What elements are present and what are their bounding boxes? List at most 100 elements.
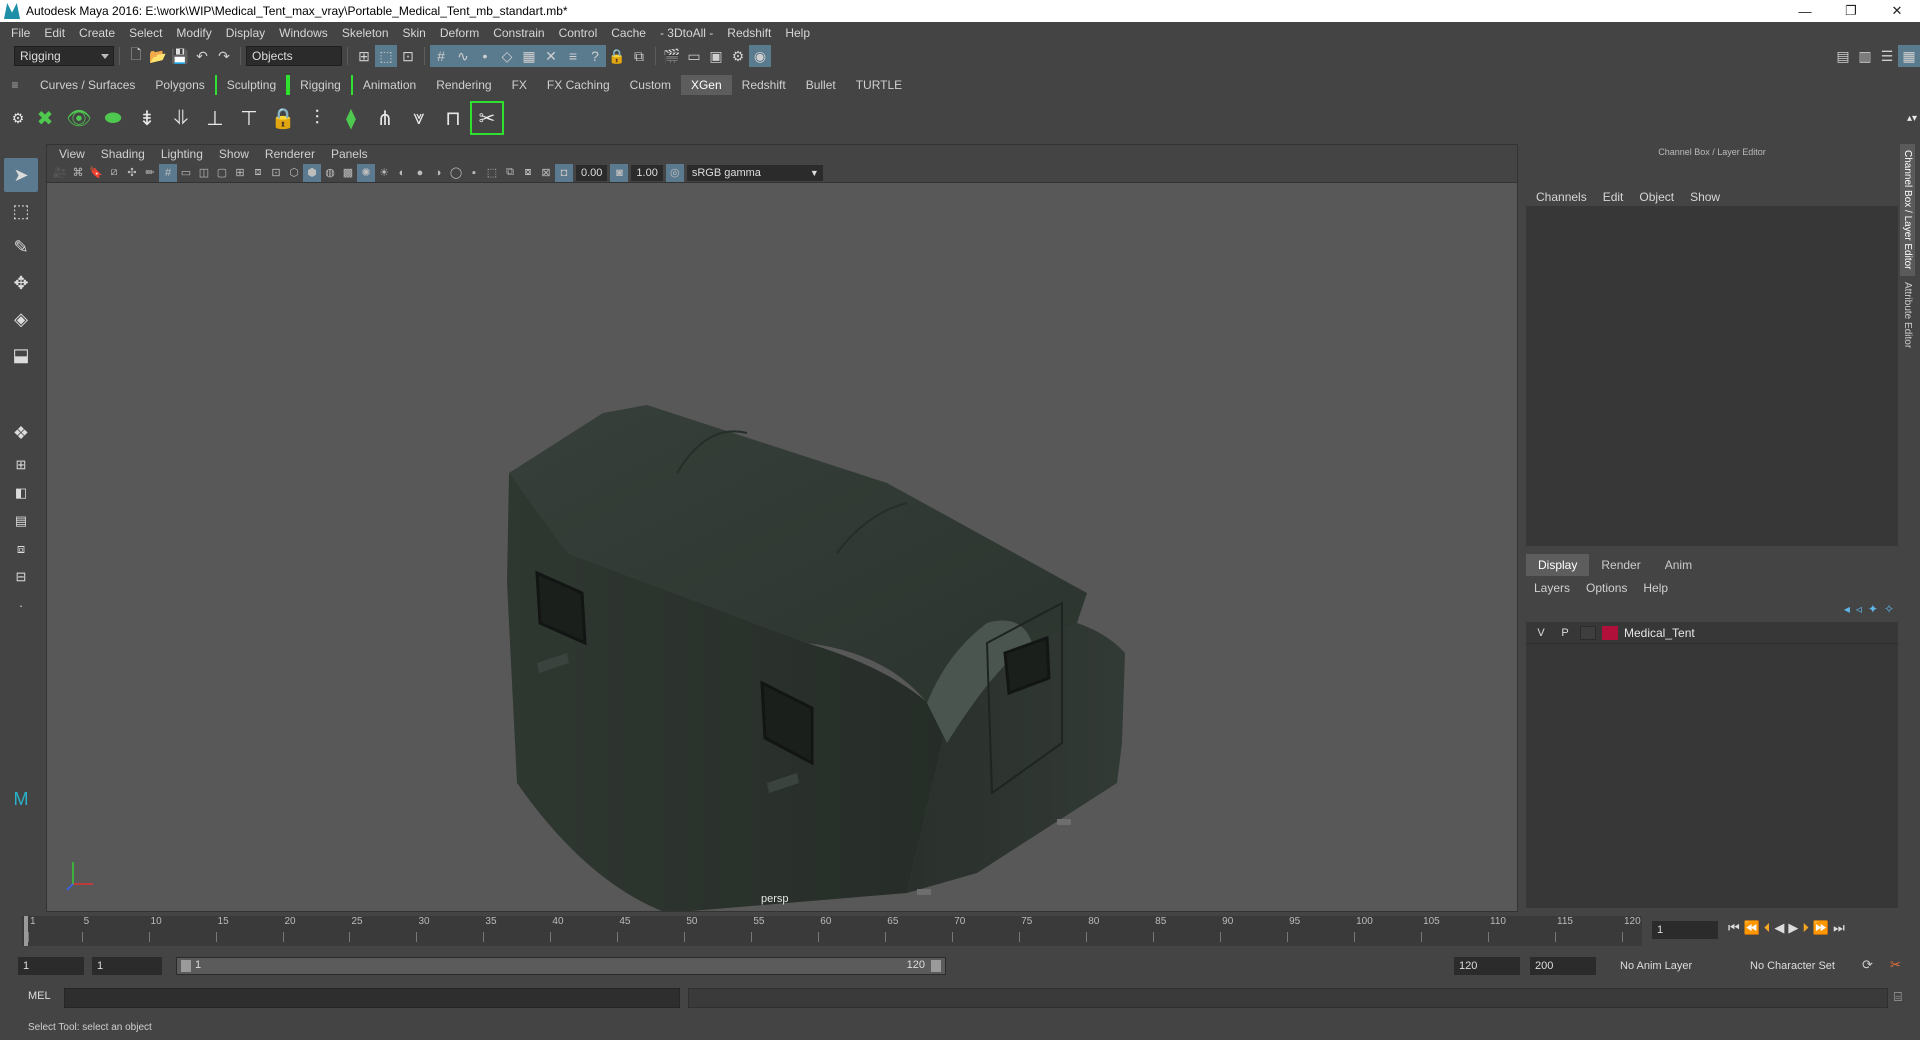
menu-3dtoall[interactable]: - 3DtoAll - bbox=[653, 26, 720, 40]
layer-color-swatch[interactable] bbox=[1602, 625, 1618, 640]
playback-start-field[interactable]: 1 bbox=[92, 957, 162, 975]
workspace-icon[interactable]: ▤ bbox=[1832, 45, 1854, 67]
viewport-persp[interactable]: View Shading Lighting Show Renderer Panels 🎥 … bbox=[46, 144, 1518, 912]
use-all-lights-icon[interactable]: ✺ bbox=[357, 163, 375, 182]
layer-row[interactable]: V P Medical_Tent bbox=[1526, 622, 1898, 644]
go-to-start-icon[interactable]: ⏮ bbox=[1728, 920, 1740, 936]
snap-curve-icon[interactable]: ∿ bbox=[452, 45, 474, 67]
gamma-field[interactable]: 1.00 bbox=[631, 164, 663, 181]
auto-key-icon[interactable]: ⟳ bbox=[1862, 957, 1873, 973]
shelf-tab-rigging[interactable]: Rigging bbox=[288, 75, 353, 95]
menu-help[interactable]: Help bbox=[778, 26, 817, 40]
layer-name[interactable]: Medical_Tent bbox=[1624, 626, 1695, 640]
construction-history-icon[interactable]: ⧉ bbox=[628, 45, 650, 67]
xray-joints-icon[interactable]: ⧉ bbox=[501, 164, 519, 182]
shadows-icon[interactable]: ☀ bbox=[375, 164, 393, 182]
snap-view-icon[interactable]: ◇ bbox=[496, 45, 518, 67]
shelf-tab-curves-surfaces[interactable]: Curves / Surfaces bbox=[30, 75, 145, 95]
select-hierarchy-icon[interactable]: ⊞ bbox=[353, 45, 375, 67]
menu-redshift[interactable]: Redshift bbox=[720, 26, 778, 40]
maya-home-icon[interactable]: M bbox=[4, 782, 38, 816]
backface-icon[interactable]: ⊠ bbox=[537, 164, 555, 182]
viewport-menu-lighting[interactable]: Lighting bbox=[153, 147, 211, 161]
select-mode-dropdown[interactable]: Objects bbox=[246, 46, 342, 66]
menu-windows[interactable]: Windows bbox=[272, 26, 335, 40]
quick-layout-icon[interactable]: ❖ bbox=[4, 416, 38, 450]
layer-tab-display[interactable]: Display bbox=[1526, 554, 1590, 576]
gamma-icon[interactable]: ◙ bbox=[610, 163, 629, 182]
shelf-options-icon[interactable]: ⚙ bbox=[8, 101, 28, 135]
depth-of-field-icon[interactable]: ◯ bbox=[447, 164, 465, 182]
menu-set-dropdown[interactable]: Rigging bbox=[14, 46, 114, 66]
render-settings-icon[interactable]: ⚙ bbox=[727, 45, 749, 67]
playback-end-field[interactable]: 120 bbox=[1454, 957, 1520, 975]
menu-file[interactable]: File bbox=[4, 26, 37, 40]
viewport-scene[interactable] bbox=[47, 183, 1517, 911]
channel-menu-channels[interactable]: Channels bbox=[1528, 190, 1595, 204]
layer-visibility-toggle[interactable]: V bbox=[1532, 625, 1550, 641]
xgen-preview-icon[interactable]: 👁 bbox=[62, 101, 96, 135]
range-bar[interactable]: 1 120 bbox=[176, 957, 946, 975]
menu-constrain[interactable]: Constrain bbox=[486, 26, 551, 40]
undo-icon[interactable]: ↶ bbox=[191, 45, 213, 67]
range-end-handle[interactable] bbox=[931, 960, 941, 972]
snap-point-icon[interactable]: • bbox=[474, 45, 496, 67]
scale-tool-icon[interactable]: ⬓ bbox=[4, 338, 38, 372]
anim-layer-dropdown[interactable]: No Anim Layer bbox=[1614, 957, 1734, 975]
menu-display[interactable]: Display bbox=[219, 26, 272, 40]
menu-edit[interactable]: Edit bbox=[37, 26, 72, 40]
viewport-menu-renderer[interactable]: Renderer bbox=[257, 147, 323, 161]
xgen-create-icon[interactable]: ⬬ bbox=[96, 101, 130, 135]
shelf-menu-icon[interactable]: ≡ bbox=[0, 78, 30, 92]
menu-deform[interactable]: Deform bbox=[433, 26, 486, 40]
modeling-toolkit-icon[interactable]: ▥ bbox=[1854, 45, 1876, 67]
script-editor-icon[interactable]: ⌸ bbox=[1894, 989, 1902, 1005]
resolution-gate-icon[interactable]: ◫ bbox=[195, 164, 213, 182]
minimize-button[interactable]: — bbox=[1782, 0, 1828, 22]
shelf-tab-xgen[interactable]: XGen bbox=[680, 75, 732, 95]
shelf-scroll-icon[interactable]: ▴▾ bbox=[1904, 101, 1920, 135]
grid-icon[interactable]: # bbox=[159, 163, 177, 182]
time-slider-track[interactable]: 1 5 10 15 20 25 30 35 40 45 50 55 60 65 70 75 80 85 90 95 10… bbox=[22, 916, 1642, 946]
xray-icon[interactable]: ⬚ bbox=[483, 164, 501, 182]
save-scene-icon[interactable]: 💾 bbox=[169, 45, 191, 67]
layer-menu-help[interactable]: Help bbox=[1635, 581, 1676, 595]
camera-attrs-icon[interactable]: ⌘ bbox=[69, 164, 87, 182]
layer-menu-options[interactable]: Options bbox=[1578, 581, 1635, 595]
viewport-menu-shading[interactable]: Shading bbox=[93, 147, 153, 161]
viewport-menu-show[interactable]: Show bbox=[211, 147, 257, 161]
menu-cache[interactable]: Cache bbox=[604, 26, 653, 40]
xgen-comb-icon[interactable]: ⩔ bbox=[402, 101, 436, 135]
camera-icon[interactable]: 🎥 bbox=[51, 164, 69, 182]
wireframe-on-shaded-icon[interactable]: ◍ bbox=[321, 164, 339, 182]
wireframe-icon[interactable]: ⬡ bbox=[285, 164, 303, 182]
shelf-tab-redshift[interactable]: Redshift bbox=[732, 75, 796, 95]
textured-icon[interactable]: ▩ bbox=[339, 164, 357, 182]
xgen-add-guide-icon[interactable]: ⇟ bbox=[130, 101, 164, 135]
viewport-menu-view[interactable]: View bbox=[51, 147, 93, 161]
play-backwards-icon[interactable]: ◀ bbox=[1774, 920, 1784, 936]
film-gate-icon[interactable]: ▭ bbox=[177, 164, 195, 182]
lock-icon[interactable]: 🔒 bbox=[606, 45, 628, 67]
tent-model[interactable] bbox=[507, 405, 1125, 911]
animation-end-field[interactable]: 200 bbox=[1530, 957, 1596, 975]
step-forward-frame-icon[interactable]: ⏵ bbox=[1802, 920, 1809, 936]
menu-control[interactable]: Control bbox=[552, 26, 605, 40]
xgen-sculpt-icon[interactable]: ⋔ bbox=[368, 101, 402, 135]
shelf-tab-rendering[interactable]: Rendering bbox=[426, 75, 501, 95]
shelf-tab-sculpting[interactable]: Sculpting bbox=[214, 75, 289, 95]
move-layer-down-icon[interactable]: ◃ bbox=[1856, 602, 1862, 616]
layer-playback-toggle[interactable]: P bbox=[1556, 625, 1574, 641]
rotate-tool-icon[interactable]: ◈ bbox=[4, 302, 38, 336]
time-slider[interactable]: 1 5 10 15 20 25 30 35 40 45 50 55 60 65 70 75 80 85 90 95 10… bbox=[0, 914, 1920, 948]
menu-skin[interactable]: Skin bbox=[396, 26, 433, 40]
isolate-select-icon[interactable]: ▪ bbox=[465, 164, 483, 182]
snap-live-icon[interactable]: ✕ bbox=[540, 45, 562, 67]
smooth-shade-icon[interactable]: ⬢ bbox=[303, 163, 321, 182]
shelf-tab-custom[interactable]: Custom bbox=[620, 75, 681, 95]
side-tab-attribute-editor[interactable]: Attribute Editor bbox=[1900, 276, 1915, 354]
channel-menu-show[interactable]: Show bbox=[1682, 190, 1728, 204]
shelf-tab-fx[interactable]: FX bbox=[502, 75, 537, 95]
select-tool-icon[interactable]: ➤ bbox=[4, 158, 38, 192]
channel-box-area[interactable] bbox=[1526, 206, 1898, 546]
